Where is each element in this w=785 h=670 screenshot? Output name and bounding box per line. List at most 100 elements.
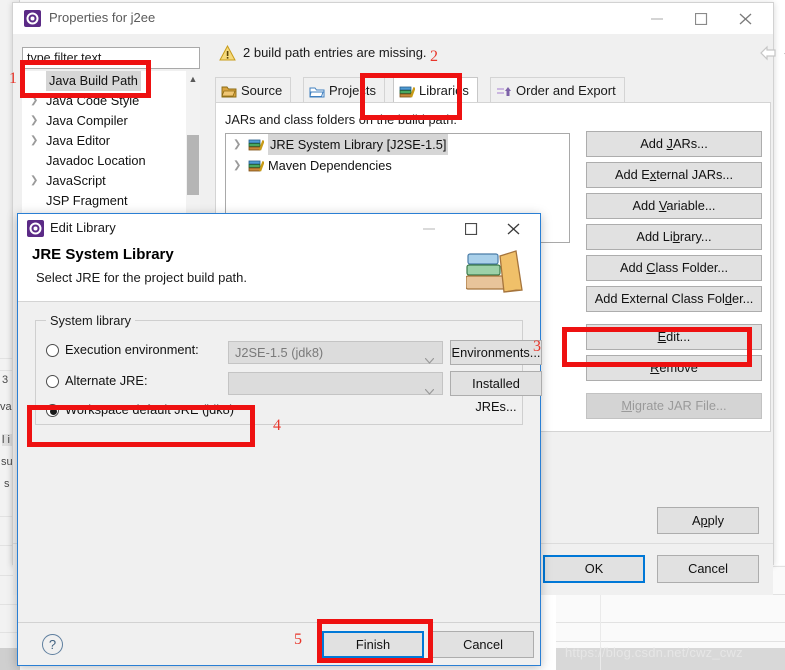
finish-button[interactable]: Finish: [322, 631, 424, 658]
background-text-fragment: su: [1, 456, 13, 468]
chevron-right-icon[interactable]: ❯: [233, 155, 241, 176]
close-button[interactable]: [725, 3, 769, 34]
chevron-right-icon: ❯: [30, 115, 39, 126]
tree-item-label: Java Build Path: [46, 71, 141, 91]
background-text-fragment: 3: [2, 374, 9, 386]
tab-label: Projects: [329, 83, 376, 98]
list-item-label: Maven Dependencies: [268, 158, 392, 173]
help-question-icon[interactable]: ?: [42, 634, 63, 655]
background-divider: [556, 622, 785, 623]
screenshot-root: 3 var l i su s Properties for j2ee type …: [0, 0, 785, 670]
tree-item-java-editor[interactable]: ❯ Java Editor: [22, 131, 200, 151]
tab-label: Order and Export: [516, 83, 616, 98]
minimize-icon: [423, 228, 435, 230]
tab-order-and-export[interactable]: Order and Export: [490, 77, 625, 103]
system-library-group: System library Execution environment: J2…: [35, 313, 542, 425]
add-variable-button[interactable]: Add Variable...: [586, 193, 762, 219]
eclipse-dialog-icon: [27, 220, 44, 240]
edit-maximize-button[interactable]: [452, 214, 494, 243]
tree-item-label: JavaScript: [46, 173, 106, 188]
environments-button[interactable]: Environments...: [450, 340, 542, 365]
chevron-right-icon: ❯: [30, 135, 39, 146]
tab-projects[interactable]: Projects: [303, 77, 385, 103]
add-external-jars-button[interactable]: Add External JARs...: [586, 162, 762, 188]
tree-item-label: JSP Fragment: [46, 193, 128, 208]
filter-input[interactable]: type filter text: [22, 47, 200, 69]
chevron-right-icon[interactable]: ❯: [233, 134, 241, 155]
list-item[interactable]: ❯ Maven Dependencies: [226, 155, 569, 176]
remove-button[interactable]: Remove: [586, 355, 762, 381]
execution-environment-combo[interactable]: J2SE-1.5 (jdk8): [228, 341, 443, 364]
tree-item-javadoc-location[interactable]: Javadoc Location: [22, 151, 200, 171]
tree-item-java-build-path[interactable]: Java Build Path: [22, 71, 200, 91]
edit-library-dialog: Edit Library JRE System Library Select J…: [17, 213, 542, 666]
radio-alternate-jre[interactable]: [46, 375, 59, 388]
add-class-folder-button[interactable]: Add Class Folder...: [586, 255, 762, 281]
edit-button[interactable]: Edit...: [586, 324, 762, 350]
tree-item-java-code-style[interactable]: ❯ Java Code Style: [22, 91, 200, 111]
background-divider: [556, 641, 785, 642]
option-alternate-jre[interactable]: Alternate JRE: Installed JREs...: [36, 370, 542, 414]
tree-item-label: Java Editor: [46, 133, 111, 148]
group-title: System library: [46, 313, 136, 328]
library-action-buttons: Add JARs... Add External JARs... Add Var…: [586, 131, 762, 424]
ok-button[interactable]: OK: [543, 555, 645, 583]
annotation-number-4: 4: [273, 417, 281, 434]
edit-cancel-button[interactable]: Cancel: [432, 631, 534, 658]
edit-library-heading: JRE System Library: [32, 246, 174, 263]
add-library-button[interactable]: Add Library...: [586, 224, 762, 250]
edit-library-header: Edit Library JRE System Library Select J…: [18, 214, 540, 302]
option-execution-environment[interactable]: Execution environment: J2SE-1.5 (jdk8) E…: [36, 339, 542, 365]
installed-jres-button[interactable]: Installed JREs...: [450, 371, 542, 414]
minimize-button[interactable]: [637, 3, 681, 34]
combo-value: J2SE-1.5 (jdk8): [235, 345, 324, 360]
add-jars-button[interactable]: Add JARs...: [586, 131, 762, 157]
cancel-button[interactable]: Cancel: [657, 555, 759, 583]
radio-execution-environment[interactable]: [46, 344, 59, 357]
chevron-down-icon: [424, 349, 435, 370]
edit-library-body: System library Execution environment: J2…: [18, 302, 542, 622]
scrollbar-thumb[interactable]: [187, 135, 199, 195]
annotation-number-3: 3: [533, 338, 541, 355]
tab-source[interactable]: Source: [215, 77, 292, 103]
tab-libraries[interactable]: Libraries: [393, 77, 478, 103]
tab-label: Source: [241, 83, 283, 98]
annotation-number-1: 1: [9, 70, 17, 87]
add-external-class-folder-button[interactable]: Add External Class Folder...: [586, 286, 762, 312]
tree-item-javascript[interactable]: ❯ JavaScript: [22, 171, 200, 191]
chevron-right-icon: ❯: [30, 175, 39, 186]
list-item-label: JRE System Library [J2SE-1.5]: [268, 134, 449, 155]
library-books-icon: [248, 158, 265, 179]
panel-label: JARs and class folders on the build path…: [225, 112, 457, 127]
edit-minimize-button[interactable]: [410, 214, 452, 243]
alternate-jre-combo[interactable]: [228, 372, 443, 395]
chevron-right-icon: ❯: [30, 95, 39, 106]
option-label: Alternate JRE:: [65, 373, 148, 388]
edit-library-subheading: Select JRE for the project build path.: [36, 270, 248, 285]
option-label: Workspace default JRE (jdk8): [65, 402, 235, 417]
tree-item-jsp-fragment[interactable]: JSP Fragment: [22, 191, 200, 211]
tab-label: Libraries: [419, 83, 469, 98]
books-stack-icon: [465, 246, 528, 301]
close-icon: [507, 223, 520, 235]
maximize-button[interactable]: [681, 3, 725, 34]
annotation-number-5: 5: [294, 631, 302, 648]
edit-library-title: Edit Library: [50, 220, 116, 235]
list-item[interactable]: ❯ JRE System Library [J2SE-1.5]: [226, 134, 569, 155]
radio-workspace-default-jre[interactable]: [46, 404, 59, 417]
edit-close-button[interactable]: [494, 214, 536, 243]
watermark-csdn: https://blog.csdn.net/cwz_cwz: [565, 645, 743, 660]
tree-item-java-compiler[interactable]: ❯ Java Compiler: [22, 111, 200, 131]
warning-triangle-icon: [219, 44, 236, 64]
background-text-fragment: s: [4, 478, 10, 490]
scroll-up-icon[interactable]: ▲: [186, 71, 200, 87]
edit-library-title-bar: Edit Library: [18, 214, 540, 244]
tree-item-label: Java Code Style: [46, 93, 140, 108]
maximize-icon: [465, 223, 478, 235]
properties-window-title: Properties for j2ee: [49, 10, 156, 25]
migrate-jar-file-button: Migrate JAR File...: [586, 393, 762, 419]
apply-button[interactable]: Apply: [657, 507, 759, 534]
minimize-icon: [651, 18, 663, 20]
back-arrow-icon[interactable]: [759, 45, 778, 64]
maximize-icon: [695, 13, 708, 25]
